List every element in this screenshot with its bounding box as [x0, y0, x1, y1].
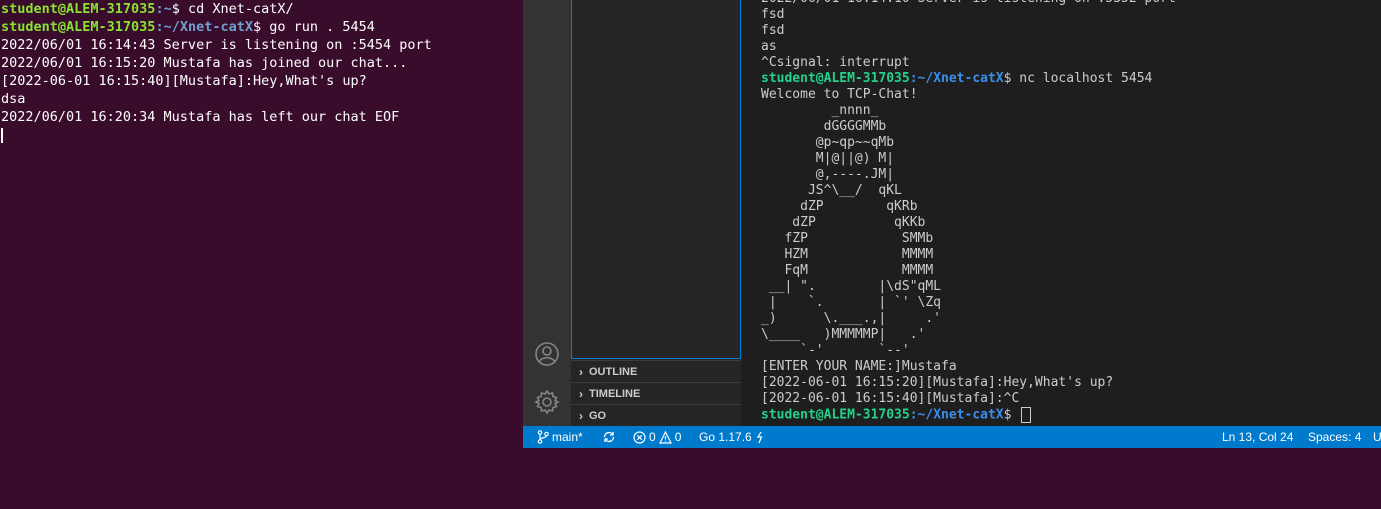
vscode-window: › OUTLINE › TIMELINE › GO 2022/06/01 16:… — [523, 0, 1381, 448]
ascii-art-line: `-' `--' — [761, 343, 910, 358]
sync-icon — [603, 431, 615, 443]
activity-bar — [523, 0, 571, 426]
terminal-line: [2022-06-01 16:15:40][Mustafa]:^C — [761, 391, 1020, 406]
prompt-path: :~/Xnet-catX — [909, 407, 1004, 423]
go-section[interactable]: › GO — [571, 404, 741, 426]
ascii-art-line: dZP qKRb — [761, 199, 918, 214]
terminal-line: fsd — [761, 7, 785, 22]
chevron-right-icon: › — [579, 408, 583, 423]
indentation-label: Spaces: 4 — [1308, 430, 1362, 444]
git-branch-icon — [537, 430, 549, 444]
ascii-art-line: @p~qp~~qMb — [761, 135, 895, 150]
prompt-command: $ go run . 5454 — [252, 19, 375, 35]
terminal-line: 2022/06/01 16:14:10 Server is listening … — [761, 0, 1176, 7]
go-version-status[interactable]: Go 1.17.6 — [699, 426, 765, 448]
problems-status[interactable]: 0 0 — [633, 426, 681, 448]
terminal-line: as — [761, 39, 777, 54]
explorer-panel[interactable] — [571, 0, 741, 359]
branch-label: main* — [552, 430, 583, 444]
terminal-prompt-line: student@ALEM-317035:~/Xnet-catX$ — [761, 407, 1176, 423]
prompt-command: $ — [1003, 407, 1020, 423]
cursor — [1021, 407, 1032, 423]
ascii-art-line: HZM MMMM — [761, 247, 934, 262]
branch-status[interactable]: main* — [537, 426, 583, 448]
timeline-section[interactable]: › TIMELINE — [571, 382, 741, 404]
terminal-cursor-line — [0, 126, 523, 144]
ascii-art-line: JS^\__/ qKL — [761, 183, 902, 198]
outline-section[interactable]: › OUTLINE — [571, 360, 741, 382]
settings-gear-icon[interactable] — [534, 389, 560, 419]
left-terminal[interactable]: student@ALEM-317035:~$ cd Xnet-catX/stud… — [0, 0, 523, 509]
chevron-right-icon: › — [579, 364, 583, 379]
ascii-art-line: dZP qKKb — [761, 215, 926, 230]
ascii-art-line: FqM MMMM — [761, 263, 934, 278]
link-icon — [756, 431, 763, 443]
timeline-label: TIMELINE — [589, 387, 641, 400]
go-label: GO — [589, 409, 607, 422]
terminal-line: 2022/06/01 16:20:34 Mustafa has left our… — [1, 109, 400, 125]
indentation-status[interactable]: Spaces: 4 — [1308, 426, 1361, 448]
ascii-art-line: | `. | `' \Zq — [761, 295, 942, 310]
warning-count: 0 — [674, 430, 682, 444]
ascii-art-line: @,----.JM| — [761, 167, 895, 182]
error-count: 0 — [649, 430, 656, 444]
sidebar: › OUTLINE › TIMELINE › GO — [571, 0, 741, 426]
prompt-user: student@ALEM-317035 — [761, 407, 910, 423]
ascii-art-line: _) \.___.,| .' — [761, 311, 942, 326]
terminal-prompt-line: student@ALEM-317035:~/Xnet-catX$ nc loca… — [761, 71, 1176, 87]
ascii-art-line: M|@||@) M| — [761, 151, 895, 166]
ascii-art-line: __| ". |\dS"qML — [761, 279, 942, 294]
prompt-path: :~/Xnet-catX — [155, 19, 253, 35]
cursor — [1, 127, 3, 143]
ascii-art-line: _nnnn_ — [761, 103, 879, 118]
warning-icon — [658, 430, 672, 444]
terminal-line: [2022-06-01 16:15:40][Mustafa]:Hey,What'… — [1, 73, 367, 89]
prompt-user: student@ALEM-317035 — [761, 71, 910, 86]
encoding-status[interactable]: U — [1373, 426, 1381, 448]
prompt-path: :~ — [155, 1, 172, 17]
sync-button[interactable] — [602, 426, 616, 448]
cursor-position-label: Ln 13, Col 24 — [1222, 430, 1294, 444]
chevron-right-icon: › — [579, 386, 583, 401]
go-version-label: Go 1.17.6 — [699, 430, 752, 444]
cursor-position-status[interactable]: Ln 13, Col 24 — [1222, 426, 1293, 448]
outline-label: OUTLINE — [589, 365, 638, 378]
terminal-line: student@ALEM-317035:~$ cd Xnet-catX/ — [0, 0, 523, 18]
ascii-art-line: dGGGGMMb — [761, 119, 887, 134]
terminal-line: 2022/06/01 16:15:20 Mustafa has joined o… — [1, 55, 408, 71]
terminal-line: 2022/06/01 16:14:43 Server is listening … — [1, 37, 432, 53]
terminal-line: student@ALEM-317035:~/Xnet-catX$ go run … — [0, 18, 523, 36]
status-bar: main* 0 0 Go 1.17.6 Ln 13, Col 24 Spaces… — [523, 426, 1381, 448]
prompt-command: $ cd Xnet-catX/ — [171, 1, 294, 17]
terminal-line: [2022-06-01 16:15:20][Mustafa]:Hey,What'… — [761, 375, 1114, 390]
terminal-line: Welcome to TCP-Chat! — [761, 87, 918, 102]
terminal-line: [ENTER YOUR NAME:]Mustafa — [761, 359, 957, 374]
terminal-line: dsa — [1, 91, 26, 107]
prompt-user: student@ALEM-317035 — [1, 1, 156, 17]
terminal-line: fsd — [761, 23, 785, 38]
prompt-path: :~/Xnet-catX — [909, 71, 1004, 86]
terminal-line: ^Csignal: interrupt — [761, 55, 910, 70]
prompt-command: $ nc localhost 5454 — [1003, 71, 1153, 86]
ascii-art-line: fZP SMMb — [761, 231, 934, 246]
account-icon[interactable] — [534, 341, 560, 371]
encoding-label: U — [1373, 430, 1381, 444]
integrated-terminal[interactable]: 2022/06/01 16:14:10 Server is listening … — [741, 0, 1381, 426]
ascii-art-line: \____ )MMMMMP| .' — [761, 327, 926, 342]
prompt-user: student@ALEM-317035 — [1, 19, 156, 35]
error-icon — [633, 430, 646, 444]
